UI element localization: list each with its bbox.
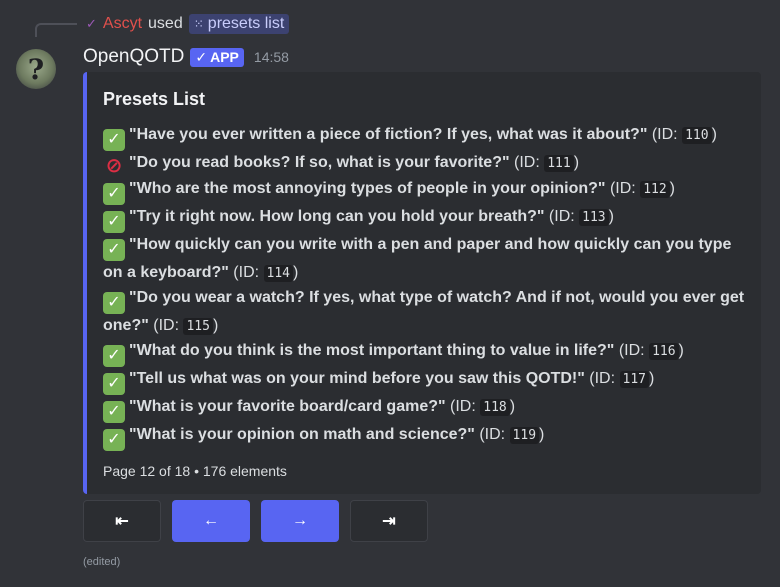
id-prefix: (ID: — [614, 342, 650, 359]
app-badge-label: APP — [210, 49, 239, 65]
arrow-left-icon: ← — [203, 512, 219, 529]
list-item: ✓ "What do you think is the most importan… — [103, 339, 747, 367]
app-badge: ✓ APP — [190, 47, 244, 67]
question-id: 117 — [619, 371, 649, 388]
id-prefix: (ID: — [474, 426, 510, 443]
check-mark-icon: ✓ — [103, 239, 125, 261]
reply-username[interactable]: Ascyt — [103, 15, 142, 33]
arrow-right-icon: → — [292, 512, 308, 529]
id-prefix: (ID: — [605, 180, 641, 197]
list-item: ✓ "Do you wear a watch? If yes, what type… — [103, 286, 747, 339]
check-mark-icon: ✓ — [103, 292, 125, 314]
author-name[interactable]: OpenQOTD — [83, 46, 184, 68]
reply-used-label: used — [148, 15, 183, 32]
embed-footer: Page 12 of 18 • 176 elements — [103, 463, 287, 479]
question-id: 118 — [480, 399, 510, 416]
message-header: OpenQOTD ✓ APP 14:58 — [83, 44, 289, 70]
id-suffix: ) — [669, 180, 675, 197]
question-id: 114 — [263, 265, 293, 282]
question-id: 112 — [640, 181, 670, 198]
check-mark-icon: ✓ — [103, 429, 125, 451]
question-id: 119 — [509, 427, 540, 444]
avatar[interactable]: ? — [16, 49, 56, 89]
next-page-button[interactable]: → — [261, 500, 339, 542]
question-text: "What do you think is the most important… — [129, 342, 615, 359]
command-chip[interactable]: ⁙ presets list — [188, 14, 290, 34]
question-id: 116 — [649, 343, 679, 360]
id-prefix: (ID: — [584, 370, 620, 387]
check-mark-icon: ✓ — [103, 211, 125, 233]
pagination-buttons: ⇤ ← → ⇥ — [83, 500, 428, 542]
previous-page-button[interactable]: ← — [172, 500, 250, 542]
id-suffix: ) — [608, 208, 614, 225]
id-suffix: ) — [539, 426, 545, 443]
question-id: 110 — [682, 127, 712, 144]
verified-check-icon: ✓ — [195, 48, 208, 65]
id-suffix: ) — [711, 126, 717, 143]
id-suffix: ) — [212, 317, 219, 334]
check-mark-icon: ✓ — [103, 183, 125, 205]
question-text: "Do you read books? If so, what is your … — [129, 154, 510, 171]
first-page-button[interactable]: ⇤ — [83, 500, 161, 542]
timestamp[interactable]: 14:58 — [254, 49, 289, 65]
check-mark-icon: ✓ — [103, 129, 125, 151]
embed: Presets List ✓ "Have you ever written a p… — [83, 72, 761, 494]
id-suffix: ) — [509, 398, 516, 415]
slash-command-icon: ✓ — [86, 16, 97, 31]
question-text: "Tell us what was on your mind before yo… — [129, 370, 585, 387]
id-prefix: (ID: — [544, 208, 580, 225]
list-item: ⊘ "Do you read books? If so, what is your… — [103, 151, 747, 177]
id-prefix: (ID: — [228, 264, 264, 281]
check-mark-icon: ✓ — [103, 373, 125, 395]
id-suffix: ) — [678, 342, 684, 359]
prohibited-icon: ⊘ — [105, 155, 123, 177]
first-page-icon: ⇤ — [115, 513, 129, 530]
embed-title: Presets List — [103, 89, 206, 109]
question-text: "Have you ever written a piece of fictio… — [129, 126, 648, 143]
question-text: "What is your opinion on math and scienc… — [129, 426, 475, 443]
last-page-icon: ⇥ — [382, 513, 396, 530]
id-prefix: (ID: — [509, 154, 545, 171]
id-suffix: ) — [648, 370, 655, 387]
list-item: ✓ "Try it right now. How long can you hol… — [103, 205, 747, 233]
question-id: 115 — [183, 318, 213, 335]
question-id: 111 — [544, 155, 574, 172]
check-mark-icon: ✓ — [103, 401, 125, 423]
id-suffix: ) — [293, 264, 299, 281]
list-item: ✓ "Tell us what was on your mind before y… — [103, 367, 747, 395]
reply-context: ✓ Ascyt used ⁙ presets list — [86, 13, 290, 35]
reply-connector — [35, 23, 77, 37]
id-prefix: (ID: — [445, 398, 481, 415]
list-item: ✓ "What is your opinion on math and scien… — [103, 423, 747, 451]
last-page-button[interactable]: ⇥ — [350, 500, 428, 542]
list-item: ✓ "Have you ever written a piece of ficti… — [103, 123, 747, 151]
preset-list: ✓ "Have you ever written a piece of ficti… — [103, 123, 747, 451]
check-mark-icon: ✓ — [103, 345, 125, 367]
edited-label: (edited) — [83, 556, 121, 568]
list-item: ✓ "What is your favorite board/card game?… — [103, 395, 747, 423]
question-text: "How quickly can you write with a pen an… — [103, 236, 732, 281]
id-prefix: (ID: — [148, 317, 184, 334]
question-text: "Try it right now. How long can you hold… — [129, 208, 545, 225]
question-text: "What is your favorite board/card game?" — [129, 398, 446, 415]
id-suffix: ) — [573, 154, 580, 171]
list-item: ✓ "How quickly can you write with a pen a… — [103, 233, 747, 286]
list-item: ✓ "Who are the most annoying types of peo… — [103, 177, 747, 205]
command-name: presets list — [207, 15, 285, 32]
command-icon: ⁙ — [193, 17, 204, 31]
question-id: 113 — [579, 209, 609, 226]
question-text: "Who are the most annoying types of peop… — [129, 180, 606, 197]
id-prefix: (ID: — [647, 126, 683, 143]
